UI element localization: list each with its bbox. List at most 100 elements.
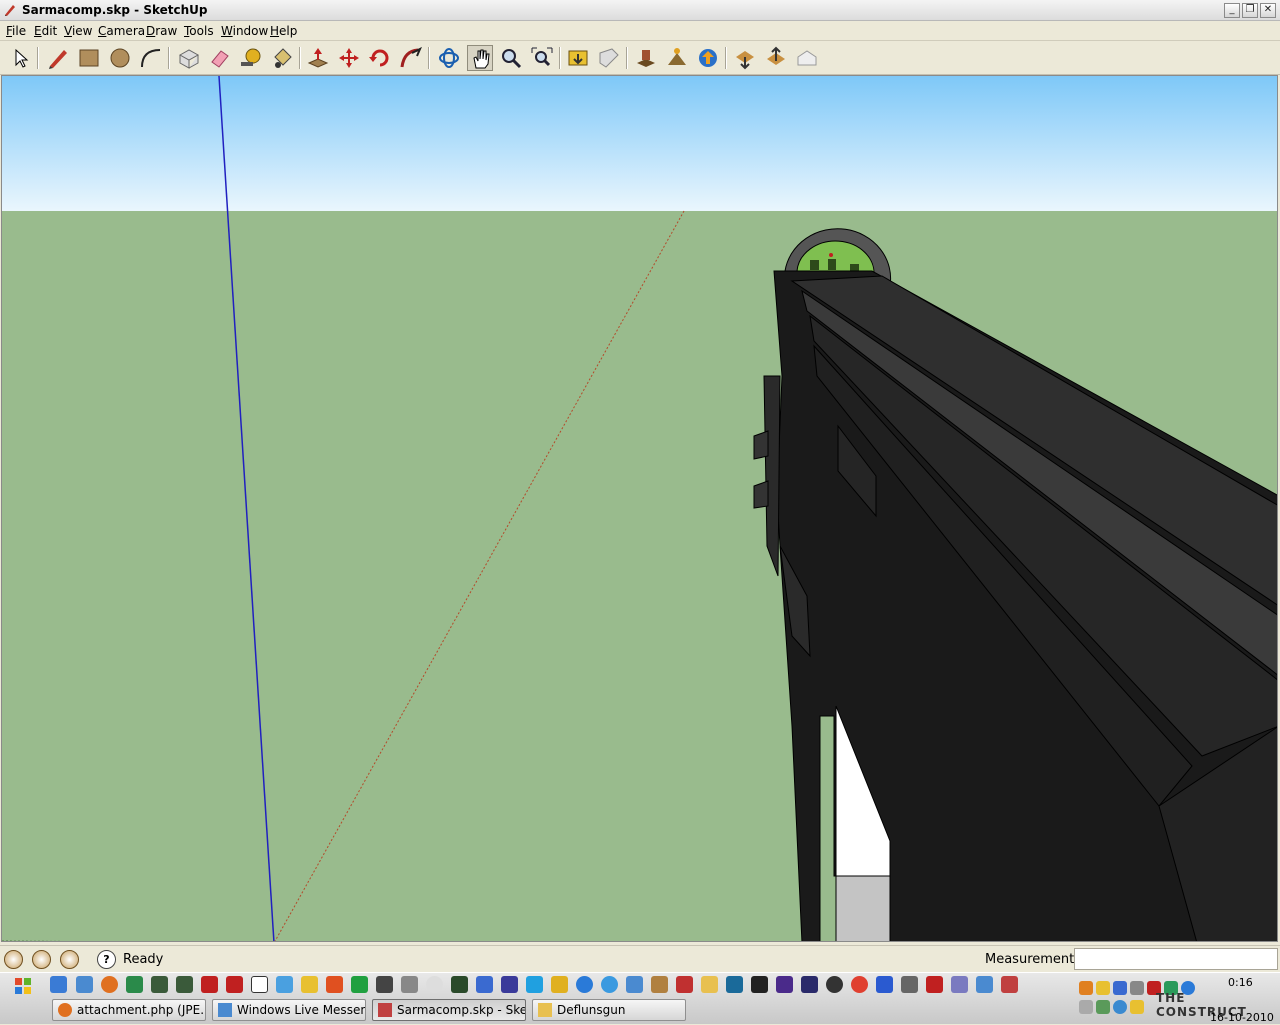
tape-measure-tool[interactable] [238,45,264,71]
task-messenger[interactable]: Windows Live Messen... [212,999,366,1021]
follow-me-tool[interactable] [398,45,424,71]
tray-volume-icon[interactable] [1130,981,1144,995]
quicklaunch-app-icon[interactable] [601,976,618,993]
paint-bucket-icon [274,48,292,68]
previous-view-tool[interactable] [565,45,591,71]
quicklaunch-app-icon[interactable] [126,976,143,993]
toggle-terrain-tool[interactable] [664,45,690,71]
select-tool[interactable] [7,45,33,71]
menu-camera[interactable]: Camera [98,24,145,38]
menu-edit[interactable]: Edit [34,24,57,38]
quicklaunch-app-icon[interactable] [326,976,343,993]
quicklaunch-app-icon[interactable] [251,976,268,993]
clock-time[interactable]: 0:16 [1228,976,1253,989]
menu-draw[interactable]: Draw [146,24,177,38]
credits-icon[interactable] [32,950,51,969]
quicklaunch-dvd-icon[interactable] [201,976,218,993]
task-sketchup[interactable]: Sarmacomp.skp - Ske... [372,999,526,1021]
quicklaunch-app-icon[interactable] [451,976,468,993]
measurements-input[interactable] [1074,948,1278,970]
quicklaunch-app-icon[interactable] [626,976,643,993]
modeling-viewport[interactable] [1,75,1278,942]
quicklaunch-dvd-icon[interactable] [226,976,243,993]
account-icon[interactable] [60,950,79,969]
help-icon[interactable]: ? [97,950,116,969]
quicklaunch-app-icon[interactable] [351,976,368,993]
share-component-tool[interactable] [763,45,789,71]
quicklaunch-app-icon[interactable] [826,976,843,993]
quicklaunch-app-icon[interactable] [301,976,318,993]
geo-location-icon[interactable] [4,950,23,969]
tray-icon[interactable] [1113,1000,1127,1014]
close-button[interactable]: ✕ [1260,3,1276,18]
quicklaunch-app-icon[interactable] [551,976,568,993]
quicklaunch-folder-icon[interactable] [701,976,718,993]
menu-tools[interactable]: Tools [184,24,214,38]
line-tool[interactable] [45,45,71,71]
pan-tool[interactable] [467,45,493,71]
sketchup-app-icon[interactable] [3,3,17,17]
quicklaunch-app-icon[interactable] [876,976,893,993]
start-button[interactable] [4,975,40,997]
tray-icon[interactable] [1113,981,1127,995]
quicklaunch-after-effects-icon[interactable] [801,976,818,993]
tray-icon[interactable] [1130,1000,1144,1014]
quicklaunch-app-icon[interactable] [651,976,668,993]
quicklaunch-app-icon[interactable] [726,976,743,993]
scene-canvas[interactable] [2,76,1278,942]
quicklaunch-app-icon[interactable] [501,976,518,993]
quicklaunch-sketchup-icon[interactable] [1001,976,1018,993]
quicklaunch-app-icon[interactable] [926,976,943,993]
menu-window[interactable]: Window [221,24,268,38]
quicklaunch-app-icon[interactable] [401,976,418,993]
quicklaunch-messenger-icon[interactable] [76,976,93,993]
quicklaunch-app-icon[interactable] [376,976,393,993]
quicklaunch-premiere-icon[interactable] [776,976,793,993]
eraser-tool[interactable] [207,45,233,71]
quicklaunch-app-icon[interactable] [676,976,693,993]
move-tool[interactable] [336,45,362,71]
quicklaunch-app-icon[interactable] [976,976,993,993]
next-view-tool[interactable] [596,45,622,71]
quicklaunch-steam-icon[interactable] [751,976,768,993]
quicklaunch-app-icon[interactable] [951,976,968,993]
tray-icon[interactable] [1079,981,1093,995]
quicklaunch-app-icon[interactable] [151,976,168,993]
menu-view[interactable]: View [64,24,92,38]
quicklaunch-app-icon[interactable] [426,976,443,993]
restore-button[interactable]: ❐ [1242,3,1258,18]
rotate-tool[interactable] [367,45,393,71]
task-firefox[interactable]: attachment.php (JPE... [52,999,206,1021]
zoom-extents-tool[interactable] [529,45,555,71]
tray-icon[interactable] [1079,1000,1093,1014]
add-location-tool[interactable] [633,45,659,71]
quicklaunch-app-icon[interactable] [526,976,543,993]
share-model-tool[interactable] [732,45,758,71]
quicklaunch-app-icon[interactable] [176,976,193,993]
arc-tool[interactable] [138,45,164,71]
make-component-tool[interactable] [176,45,202,71]
quicklaunch-app-icon[interactable] [901,976,918,993]
orbit-tool[interactable] [436,45,462,71]
menu-help[interactable]: Help [270,24,297,38]
quicklaunch-chrome-icon[interactable] [851,976,868,993]
push-pull-tool[interactable] [305,45,331,71]
rectangle-tool[interactable] [76,45,102,71]
quicklaunch-ie-icon[interactable] [50,976,67,993]
quicklaunch-app-icon[interactable] [576,976,593,993]
quicklaunch-app-icon[interactable] [476,976,493,993]
sky [2,76,1277,211]
get-photo-texture-tool[interactable] [794,45,820,71]
task-folder[interactable]: Deflunsgun [532,999,686,1021]
quicklaunch-app-icon[interactable] [276,976,293,993]
zoom-tool[interactable] [498,45,524,71]
circle-tool[interactable] [107,45,133,71]
tray-shield-icon[interactable] [1096,981,1110,995]
menu-file[interactable]: File [6,24,26,38]
minimize-button[interactable]: _ [1224,3,1240,18]
paint-bucket-tool[interactable] [269,45,295,71]
clock-date[interactable]: 16-10-2010 [1210,1011,1274,1024]
get-models-tool[interactable] [695,45,721,71]
tray-icon[interactable] [1096,1000,1110,1014]
quicklaunch-firefox-icon[interactable] [101,976,118,993]
